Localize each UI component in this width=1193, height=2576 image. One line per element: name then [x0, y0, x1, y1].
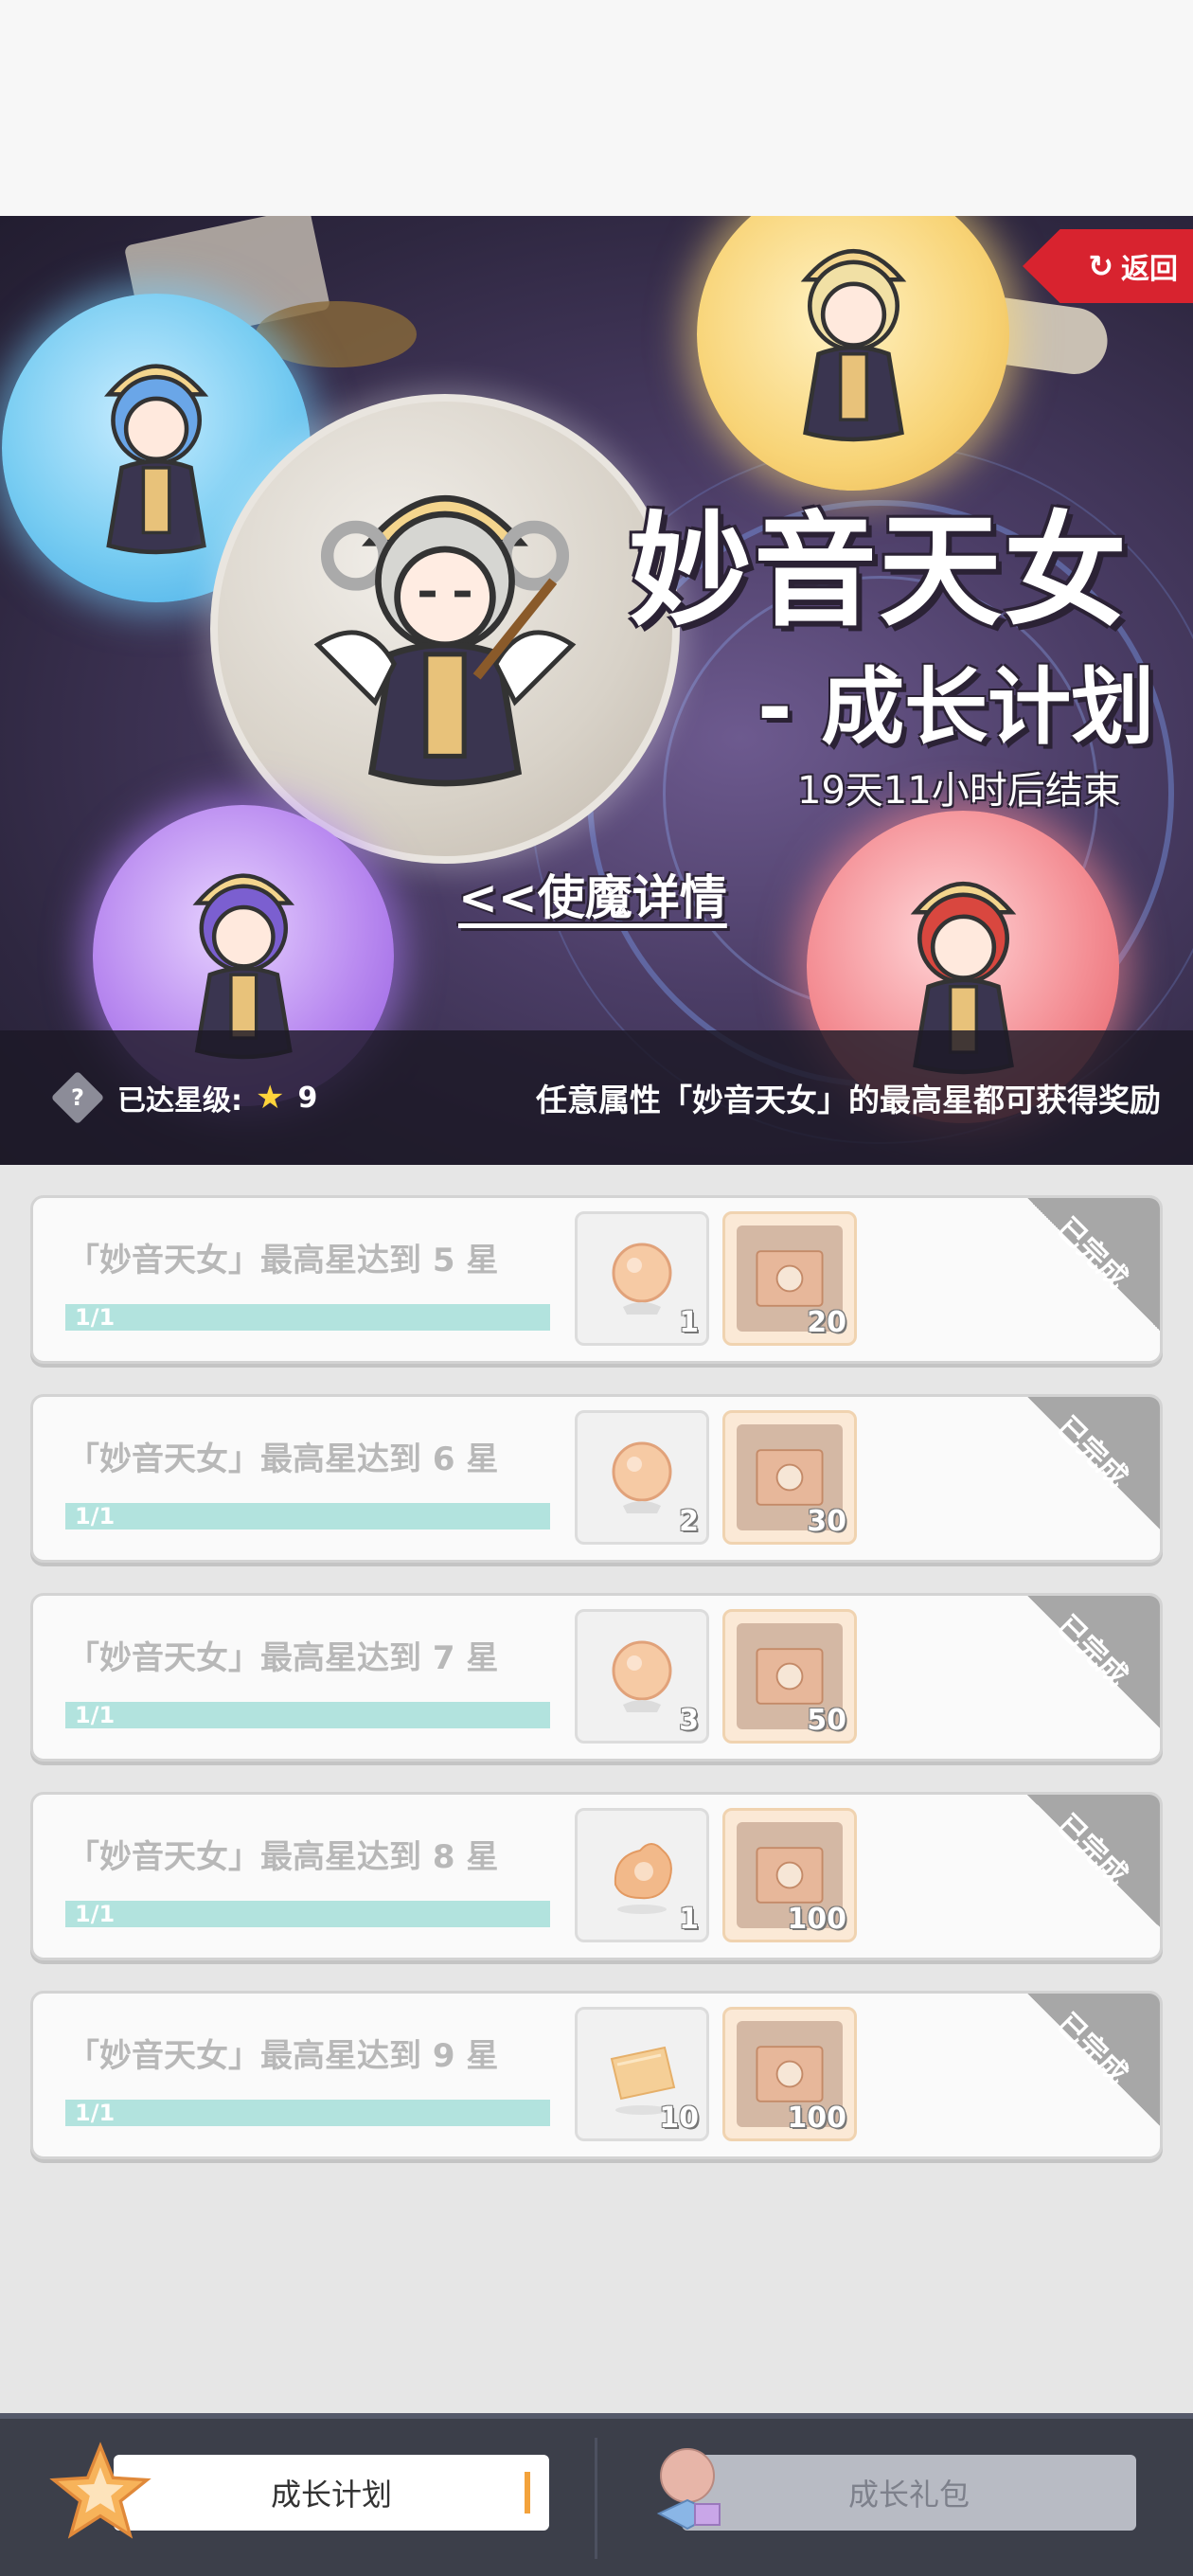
completed-ribbon: 已完成 — [1027, 1795, 1160, 1927]
progress-bar: 1/1 — [65, 1304, 550, 1331]
completed-label: 已完成 — [1050, 1410, 1134, 1494]
reward-scroll[interactable]: 50 — [722, 1609, 857, 1744]
task-title: 「妙音天女」最高星达到 6 星 — [67, 1440, 499, 1478]
task-card: 「妙音天女」最高星达到 7 星 1/1 3 50 已完成 — [30, 1593, 1163, 1762]
progress-text: 1/1 — [75, 1503, 116, 1530]
reward-count: 100 — [787, 2102, 846, 2135]
star-level: ? 已达星级: ★ 9 — [50, 1070, 318, 1125]
reward-scroll[interactable]: 100 — [722, 2007, 857, 2141]
star-icon: ★ — [256, 1079, 285, 1117]
help-icon[interactable]: ? — [50, 1070, 105, 1125]
reward-scroll[interactable]: 30 — [722, 1410, 857, 1545]
crystal-ball-icon — [612, 1243, 672, 1315]
reward-ticket[interactable]: 10 — [575, 2007, 709, 2141]
progress-text: 1/1 — [75, 1702, 116, 1728]
bottom-tab-bar: 成长计划 成长礼包 — [0, 2413, 1193, 2576]
reward-crystal-ball[interactable]: 2 — [575, 1410, 709, 1545]
character-orb-main[interactable] — [210, 394, 680, 864]
progress-text: 1/1 — [75, 1304, 116, 1331]
fire-essence-icon — [614, 1843, 672, 1914]
progress-bar: 1/1 — [65, 1503, 550, 1530]
progress-bar: 1/1 — [65, 1702, 550, 1728]
event-subtitle: - 成长计划 — [757, 658, 1155, 756]
completed-ribbon: 已完成 — [1027, 1198, 1160, 1331]
completed-label: 已完成 — [1050, 2007, 1134, 2091]
completed-ribbon: 已完成 — [1027, 1397, 1160, 1530]
return-arrow-icon: ↻ — [1088, 248, 1113, 284]
task-card: 「妙音天女」最高星达到 9 星 1/1 10 100 已完成 — [30, 1991, 1163, 2159]
crystal-ball-icon — [612, 1640, 672, 1712]
task-card: 「妙音天女」最高星达到 5 星 1/1 1 20 已完成 — [30, 1195, 1163, 1364]
completed-label: 已完成 — [1050, 1609, 1134, 1693]
completed-label: 已完成 — [1050, 1211, 1134, 1296]
star-level-label: 已达星级: — [117, 1084, 242, 1118]
reward-count: 1 — [679, 1306, 699, 1339]
star-icon — [49, 2442, 151, 2539]
back-label: 返回 — [1121, 253, 1178, 286]
progress-fill — [65, 1304, 550, 1331]
reward-count: 30 — [807, 1505, 846, 1538]
progress-text: 1/1 — [75, 1901, 116, 1927]
progress-fill — [65, 1702, 550, 1728]
progress-bar: 1/1 — [65, 2100, 550, 2126]
task-title: 「妙音天女」最高星达到 8 星 — [67, 1838, 499, 1876]
completed-ribbon: 已完成 — [1027, 1994, 1160, 2126]
reward-count: 3 — [679, 1704, 699, 1737]
task-title: 「妙音天女」最高星达到 5 星 — [67, 1242, 499, 1279]
reward-count: 2 — [679, 1505, 699, 1538]
star-level-value: 9 — [297, 1081, 318, 1115]
tab-growth-gift[interactable]: 成长礼包 — [682, 2455, 1136, 2531]
reward-scroll[interactable]: 100 — [722, 1808, 857, 1942]
event-banner: ↻ 返回 妙音天女 - 成长计划 19天11小时后结束 <<使魔详情 ? 已达星… — [0, 216, 1193, 1165]
progress-text: 1/1 — [75, 2100, 116, 2126]
task-card: 「妙音天女」最高星达到 8 星 1/1 1 100 已完成 — [30, 1792, 1163, 1960]
task-title: 「妙音天女」最高星达到 7 星 — [67, 1639, 499, 1677]
reward-count: 100 — [787, 1903, 846, 1936]
task-card: 「妙音天女」最高星达到 6 星 1/1 2 30 已完成 — [30, 1394, 1163, 1563]
tab-growth-plan-label: 成长计划 — [270, 2477, 392, 2513]
crystal-ball-icon — [612, 1441, 672, 1513]
reward-note: 任意属性「妙音天女」的最高星都可获得奖励 — [536, 1082, 1161, 1118]
back-button[interactable]: ↻ 返回 — [1023, 229, 1193, 303]
status-area — [0, 0, 1193, 216]
familiar-details-link[interactable]: <<使魔详情 — [458, 860, 727, 928]
reward-fire-essence[interactable]: 1 — [575, 1808, 709, 1942]
tab-active-indicator — [525, 2472, 530, 2513]
tab-growth-gift-label: 成长礼包 — [847, 2477, 970, 2513]
progress-fill — [65, 1503, 550, 1530]
progress-fill — [65, 1901, 550, 1927]
reward-count: 10 — [659, 2102, 699, 2135]
reward-count: 1 — [679, 1903, 699, 1936]
reward-scroll[interactable]: 20 — [722, 1211, 857, 1346]
event-title: 妙音天女 — [629, 499, 1130, 643]
event-countdown: 19天11小时后结束 — [797, 769, 1121, 813]
progress-fill — [65, 2100, 550, 2126]
task-title: 「妙音天女」最高星达到 9 星 — [67, 2037, 499, 2075]
reward-count: 50 — [807, 1704, 846, 1737]
info-bar: ? 已达星级: ★ 9 任意属性「妙音天女」的最高星都可获得奖励 — [0, 1030, 1193, 1165]
reward-crystal-ball[interactable]: 1 — [575, 1211, 709, 1346]
completed-ribbon: 已完成 — [1027, 1596, 1160, 1728]
gift-pack-icon — [656, 2448, 721, 2531]
task-list: 「妙音天女」最高星达到 5 星 1/1 1 20 已完成 「妙音天女」最高星达到… — [30, 1195, 1163, 2190]
character-orb-light — [697, 216, 1009, 491]
progress-bar: 1/1 — [65, 1901, 550, 1927]
tab-divider — [595, 2438, 597, 2559]
character-icon — [800, 248, 906, 442]
character-icon — [313, 495, 577, 787]
tab-growth-plan[interactable]: 成长计划 — [114, 2455, 549, 2531]
completed-label: 已完成 — [1050, 1808, 1134, 1892]
reward-crystal-ball[interactable]: 3 — [575, 1609, 709, 1744]
reward-count: 20 — [807, 1306, 846, 1339]
